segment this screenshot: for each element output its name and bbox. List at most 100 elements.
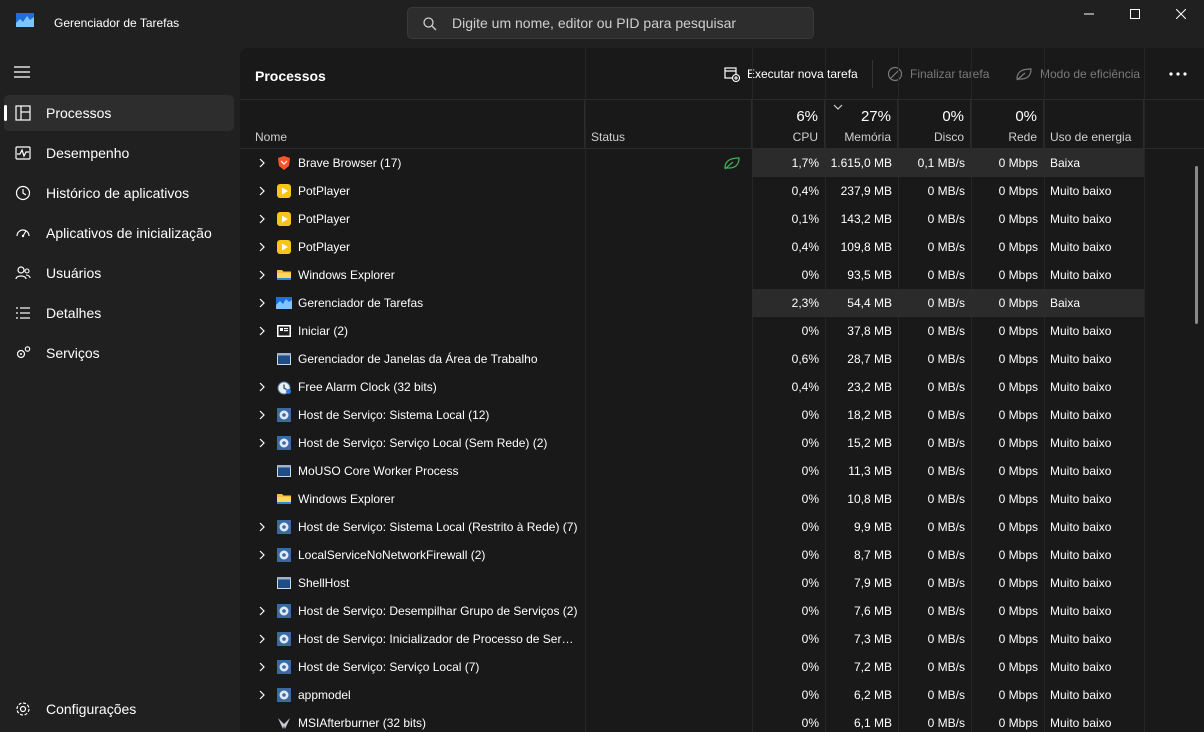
chevron-right-icon[interactable] [257,662,267,672]
column-header-network[interactable]: 0% Rede [971,100,1044,149]
column-header-memory[interactable]: 27% Memória [825,100,898,149]
column-header-disk[interactable]: 0% Disco [898,100,971,149]
memory-cell: 18,2 MB [847,408,892,422]
vertical-scrollbar[interactable] [1195,166,1198,324]
sidebar-item-configuracoes[interactable]: Configurações [4,691,234,727]
table-row[interactable]: Windows Explorer 0% 10,8 MB 0 MB/s 0 Mbps Mui… [240,485,1144,513]
disk-cell: 0 MB/s [927,380,965,394]
end-task-button[interactable]: Finalizar tarefa [887,60,989,88]
table-row[interactable]: PotPlayer 0,4% 237,9 MB 0 MB/s 0 Mbps Muito b… [240,177,1144,205]
chevron-right-icon[interactable] [257,214,267,224]
sidebar-item-servicos[interactable]: Serviços [4,335,234,371]
table-row[interactable]: Windows Explorer 0% 93,5 MB 0 MB/s 0 Mbps Mui… [240,261,1144,289]
cpu-cell: 0% [801,436,819,450]
table-row[interactable]: PotPlayer 0,4% 109,8 MB 0 MB/s 0 Mbps Muito b… [240,233,1144,261]
hamburger-menu-icon[interactable] [12,64,32,80]
network-cell: 0 Mbps [998,660,1038,674]
chevron-right-icon[interactable] [257,522,267,532]
chevron-right-icon[interactable] [257,634,267,644]
column-header-power[interactable]: Uso de energia [1044,100,1144,149]
task-manager-icon [276,297,292,309]
minimize-button[interactable] [1066,0,1112,28]
chevron-right-icon[interactable] [257,410,267,420]
potplayer-icon [277,212,291,226]
run-new-task-button[interactable]: Executar nova tarefa [724,60,858,88]
afterburner-icon [278,718,290,729]
search-box[interactable] [407,7,814,39]
efficiency-mode-button[interactable]: Modo de eficiência [1015,60,1140,88]
sidebar-item-usuarios[interactable]: Usuários [4,255,234,291]
memory-cell: 143,2 MB [840,212,892,226]
sidebar-item-inicializacao[interactable]: Aplicativos de inicialização [4,215,234,251]
table-row[interactable]: appmodel 0% 6,2 MB 0 MB/s 0 Mbps Muito baixo [240,681,1144,709]
table-row[interactable]: Free Alarm Clock (32 bits) 0,4% 23,2 MB 0 M… [240,373,1144,401]
sidebar-item-processos[interactable]: Processos [4,95,234,131]
memory-cell: 6,1 MB [853,716,892,730]
chevron-right-icon[interactable] [257,382,267,392]
memory-cell: 7,2 MB [853,660,892,674]
column-header-status[interactable]: Status [585,100,752,149]
table-row[interactable]: Iniciar (2) 0% 37,8 MB 0 MB/s 0 Mbps Muito ba… [240,317,1144,345]
memory-cell: 7,9 MB [853,576,892,590]
network-cell: 0 Mbps [998,380,1038,394]
network-cell: 0 Mbps [998,492,1038,506]
cpu-cell: 0% [801,268,819,282]
table-row[interactable]: MoUSO Core Worker Process 0% 11,3 MB 0 MB/s… [240,457,1144,485]
table-row[interactable]: PotPlayer 0,1% 143,2 MB 0 MB/s 0 Mbps Muito b… [240,205,1144,233]
table-row[interactable]: Host de Serviço: Sistema Local (12) 0% 18,… [240,401,1144,429]
sidebar-item-historico[interactable]: Histórico de aplicativos [4,175,234,211]
sidebar-item-label: Serviços [46,345,100,361]
table-row[interactable]: Host de Serviço: Serviço Local (Sem Rede… [240,429,1144,457]
chevron-right-icon[interactable] [257,438,267,448]
table-row[interactable]: Host de Serviço: Serviço Local (7) 0% 7,2 … [240,653,1144,681]
column-header-name[interactable]: Nome [240,100,585,149]
disk-cell: 0 MB/s [927,436,965,450]
network-cell: 0 Mbps [971,149,1044,177]
search-input[interactable] [452,8,802,38]
chevron-right-icon[interactable] [257,606,267,616]
process-name: Host de Serviço: Inicializador de Proces… [298,632,578,646]
chevron-right-icon[interactable] [257,158,267,168]
column-percent: 0% [942,108,964,125]
table-row[interactable]: MSIAfterburner (32 bits) 0% 6,1 MB 0 MB/s 0 … [240,709,1144,732]
chevron-right-icon[interactable] [257,270,267,280]
close-button[interactable] [1158,0,1204,28]
settings-gear-icon [16,702,30,716]
service-gear-icon [277,548,291,562]
table-row[interactable]: Host de Serviço: Sistema Local (Restrito… [240,513,1144,541]
table-row[interactable]: Host de Serviço: Desempilhar Grupo de Se… [240,597,1144,625]
column-label: Nome [255,130,288,144]
window-icon [277,465,291,477]
power-usage-cell: Muito baixo [1050,688,1112,702]
network-cell: 0 Mbps [998,408,1038,422]
table-row[interactable]: Brave Browser (17) 1,7% 1.615,0 MB 0,1 MB/s… [240,149,1144,177]
chevron-right-icon[interactable] [257,298,267,308]
service-gear-icon [277,408,291,422]
network-cell: 0 Mbps [998,324,1038,338]
disk-cell: 0 MB/s [927,632,965,646]
chevron-right-icon[interactable] [257,186,267,196]
table-row[interactable]: Gerenciador de Janelas da Área de Trabal… [240,345,1144,373]
table-row[interactable]: ShellHost 0% 7,9 MB 0 MB/s 0 Mbps Muito baixo [240,569,1144,597]
process-name: Gerenciador de Janelas da Área de Trabal… [298,352,538,366]
cpu-cell: 0% [801,632,819,646]
end-task-icon [887,66,903,82]
table-row[interactable]: LocalServiceNoNetworkFirewall (2) 0% 8,7 M… [240,541,1144,569]
column-header-cpu[interactable]: 6% CPU [752,100,825,149]
column-divider [1144,48,1145,732]
chevron-right-icon[interactable] [257,550,267,560]
cpu-cell: 2,3% [752,289,825,317]
processes-panel: Processos Executar nova tarefa Finalizar… [240,48,1204,732]
maximize-button[interactable] [1112,0,1158,28]
cpu-cell: 0% [801,548,819,562]
table-row[interactable]: Host de Serviço: Inicializador de Proces… [240,625,1144,653]
chevron-right-icon[interactable] [257,242,267,252]
more-options-button[interactable] [1165,64,1191,84]
chevron-right-icon[interactable] [257,690,267,700]
power-usage-cell: Muito baixo [1050,660,1112,674]
network-cell: 0 Mbps [998,352,1038,366]
sidebar-item-desempenho[interactable]: Desempenho [4,135,234,171]
sidebar-item-detalhes[interactable]: Detalhes [4,295,234,331]
chevron-right-icon[interactable] [257,326,267,336]
table-row[interactable]: Gerenciador de Tarefas 2,3% 54,4 MB 0 MB/s 0… [240,289,1144,317]
